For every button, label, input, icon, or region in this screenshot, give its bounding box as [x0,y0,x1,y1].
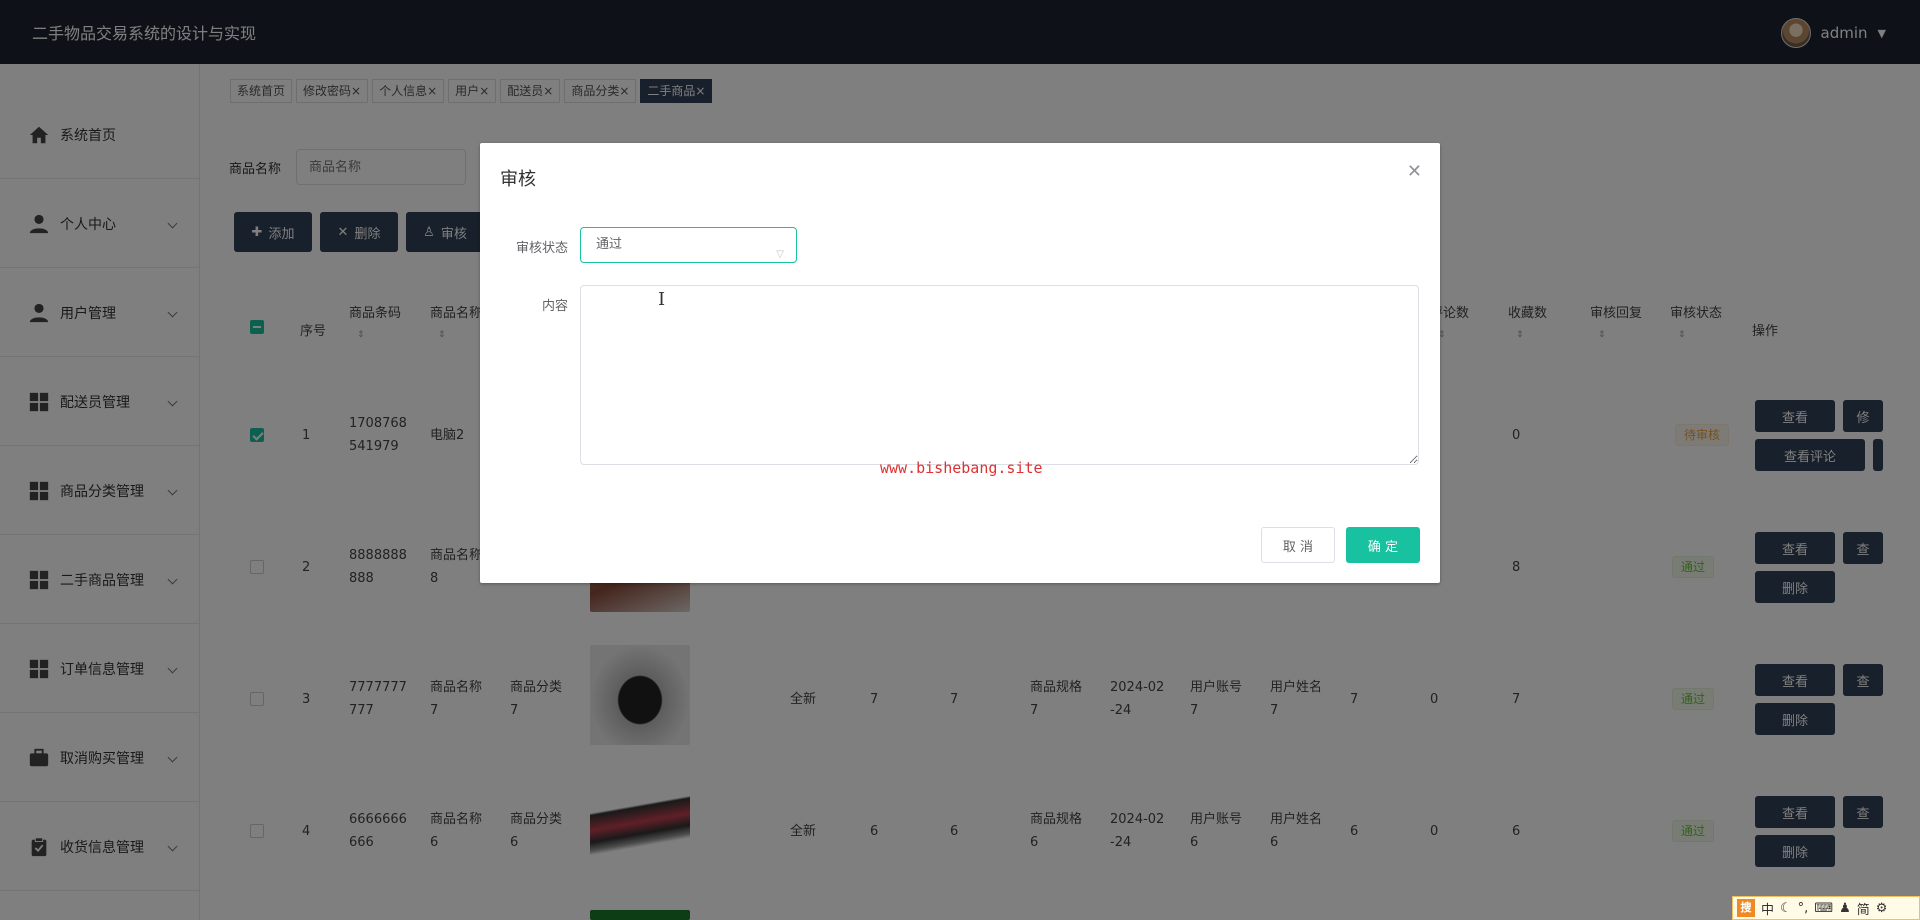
ime-lang-toggle[interactable]: 中 [1761,899,1774,918]
punctuation-icon[interactable]: °, [1798,901,1809,916]
status-label: 审核状态 [515,241,568,256]
audit-dialog: 审核 ✕ 审核状态 通过 ▽ 内容 I www.bishebang.site 取… [480,143,1440,583]
watermark: www.bishebang.site [880,459,1043,477]
confirm-button[interactable]: 确 定 [1346,527,1420,563]
gear-icon[interactable]: ⚙ [1876,901,1888,916]
ime-toolbar: 搜 中 ☾ °, ⌨ ♟ 简 ⚙ [1732,896,1920,920]
chevron-down-icon: ▽ [776,249,784,260]
ime-mode-toggle[interactable]: 简 [1857,899,1870,918]
person-icon[interactable]: ♟ [1839,901,1851,916]
dialog-title: 审核 [500,169,536,190]
status-select[interactable]: 通过 ▽ [580,227,797,263]
ime-logo[interactable]: 搜 [1737,899,1755,917]
cancel-button[interactable]: 取 消 [1261,527,1335,563]
close-icon[interactable]: ✕ [1407,161,1422,182]
moon-icon[interactable]: ☾ [1780,901,1792,916]
content-label: 内容 [541,299,568,314]
keyboard-icon[interactable]: ⌨ [1814,901,1833,916]
text-cursor-icon: I [658,289,666,310]
content-textarea[interactable] [580,285,1419,465]
